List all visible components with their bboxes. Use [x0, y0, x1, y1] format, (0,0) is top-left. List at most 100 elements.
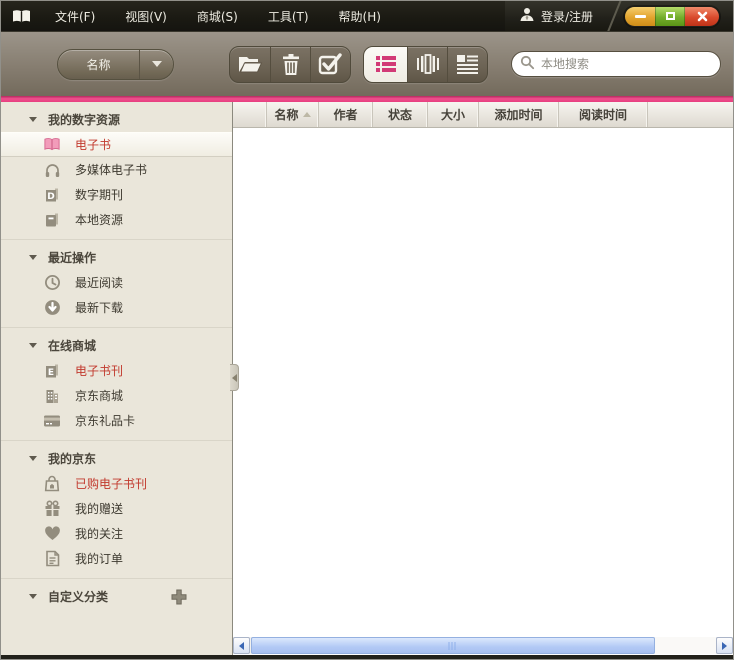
section-recent-actions: 最近操作 最近阅读 最新下载	[1, 239, 232, 324]
content-area: 名称 作者 状态 大小 添加时间 阅读时间	[232, 102, 733, 655]
gift-card-icon	[43, 414, 61, 428]
sort-dropdown[interactable]: 名称	[57, 49, 174, 80]
horizontal-scrollbar	[233, 637, 733, 654]
section-header-my-digital-resources[interactable]: 我的数字资源	[1, 107, 232, 132]
section-collapse-icon	[29, 594, 37, 599]
user-icon	[519, 7, 535, 25]
app-window: 文件(F) 视图(V) 商城(S) 工具(T) 帮助(H) 登录/注册	[0, 0, 734, 660]
column-read-time-label: 阅读时间	[579, 106, 627, 123]
sidebar-collapse-handle[interactable]	[230, 364, 239, 391]
column-size[interactable]: 大小	[428, 102, 479, 127]
purchased-bag-icon	[43, 475, 61, 492]
local-resource-icon	[43, 212, 61, 228]
add-category-button[interactable]	[170, 588, 188, 606]
main-body: 我的数字资源 电子书 多媒体电子书 D	[1, 102, 733, 655]
view-modes-group	[363, 46, 488, 83]
list-view-icon	[375, 53, 397, 75]
open-folder-icon	[237, 53, 264, 75]
sort-dropdown-arrow-button[interactable]	[139, 50, 173, 79]
sidebar-item-label: 京东礼品卡	[75, 412, 135, 429]
scrollbar-thumb[interactable]	[251, 637, 655, 654]
sidebar-item-recently-read[interactable]: 最近阅读	[1, 270, 232, 295]
column-status[interactable]: 状态	[373, 102, 428, 127]
table-header: 名称 作者 状态 大小 添加时间 阅读时间	[233, 102, 733, 128]
section-header-my-jd[interactable]: 我的京东	[1, 446, 232, 471]
sidebar-item-label: 我的赠送	[75, 500, 123, 517]
section-collapse-icon	[29, 456, 37, 461]
sidebar-item-label: 京东商城	[75, 387, 123, 404]
column-added-time[interactable]: 添加时间	[479, 102, 559, 127]
jd-mall-icon	[43, 388, 61, 404]
menu-file[interactable]: 文件(F)	[40, 1, 110, 31]
sidebar-item-ebooks[interactable]: 电子书	[1, 132, 232, 157]
window-controls	[625, 7, 719, 26]
local-search-box	[511, 51, 721, 77]
section-header-online-store[interactable]: 在线商城	[1, 333, 232, 358]
trash-icon	[281, 53, 301, 76]
file-actions-group	[229, 46, 351, 83]
sidebar-item-digital-journals[interactable]: D 数字期刊	[1, 182, 232, 207]
section-title: 我的京东	[48, 450, 96, 467]
select-button[interactable]	[310, 47, 350, 82]
sidebar-item-my-orders[interactable]: 我的订单	[1, 546, 232, 571]
column-filler	[648, 102, 733, 127]
section-title: 我的数字资源	[48, 111, 120, 128]
scroll-right-button[interactable]	[716, 637, 733, 654]
menu-store[interactable]: 商城(S)	[182, 1, 253, 31]
multimedia-ebook-icon	[43, 162, 61, 178]
sidebar-item-latest-downloads[interactable]: 最新下载	[1, 295, 232, 320]
orders-icon	[43, 550, 61, 567]
search-icon	[520, 55, 535, 74]
list-view-button[interactable]	[364, 47, 407, 82]
maximize-button[interactable]	[655, 7, 685, 26]
detail-view-icon	[456, 53, 479, 75]
column-author[interactable]: 作者	[319, 102, 373, 127]
sidebar-item-my-follows[interactable]: 我的关注	[1, 521, 232, 546]
section-title: 最近操作	[48, 249, 96, 266]
download-icon	[43, 299, 61, 316]
sidebar-item-jd-gift-card[interactable]: 京东礼品卡	[1, 408, 232, 433]
sidebar-item-purchased-ebooks[interactable]: 已购电子书刊	[1, 471, 232, 496]
sidebar-item-ebook-publications[interactable]: E 电子书刊	[1, 358, 232, 383]
minimize-icon	[635, 15, 646, 18]
maximize-icon	[666, 12, 675, 20]
open-file-button[interactable]	[230, 47, 270, 82]
column-status-label: 状态	[388, 106, 412, 123]
sidebar-item-label: 本地资源	[75, 211, 123, 228]
toolbar: 名称	[1, 31, 733, 96]
delete-button[interactable]	[270, 47, 310, 82]
section-my-jd: 我的京东 已购电子书刊 我的赠送	[1, 440, 232, 575]
menu-help[interactable]: 帮助(H)	[324, 1, 396, 31]
section-collapse-icon	[29, 255, 37, 260]
menu-tools[interactable]: 工具(T)	[253, 1, 324, 31]
menu-view[interactable]: 视图(V)	[110, 1, 182, 31]
sidebar-item-label: 数字期刊	[75, 186, 123, 203]
close-button[interactable]	[685, 7, 719, 26]
sidebar-item-jd-mall[interactable]: 京东商城	[1, 383, 232, 408]
digital-journal-icon: D	[43, 187, 61, 203]
svg-text:E: E	[48, 368, 54, 378]
detail-view-button[interactable]	[447, 47, 487, 82]
sidebar-item-local-resources[interactable]: 本地资源	[1, 207, 232, 232]
scrollbar-track[interactable]	[655, 637, 716, 654]
sidebar-item-multimedia-ebooks[interactable]: 多媒体电子书	[1, 157, 232, 182]
minimize-button[interactable]	[625, 7, 655, 26]
section-header-recent-actions[interactable]: 最近操作	[1, 245, 232, 270]
sidebar-item-my-gifts[interactable]: 我的赠送	[1, 496, 232, 521]
column-select[interactable]	[233, 102, 267, 127]
recent-read-icon	[43, 274, 61, 291]
section-header-custom-categories[interactable]: 自定义分类	[1, 584, 232, 609]
cover-view-button[interactable]	[407, 47, 447, 82]
menu-help-label: 帮助(H)	[339, 8, 381, 25]
section-online-store: 在线商城 E 电子书刊 京东商城	[1, 327, 232, 437]
scroll-left-button[interactable]	[233, 637, 250, 654]
column-added-time-label: 添加时间	[494, 106, 542, 123]
column-read-time[interactable]: 阅读时间	[559, 102, 648, 127]
close-icon	[697, 11, 708, 22]
sidebar-item-label: 电子书	[75, 136, 111, 153]
search-input[interactable]	[541, 57, 710, 71]
login-register-link[interactable]: 登录/注册	[509, 7, 603, 25]
gift-icon	[43, 500, 61, 517]
scroll-right-icon	[722, 642, 727, 650]
column-name[interactable]: 名称	[267, 102, 319, 127]
